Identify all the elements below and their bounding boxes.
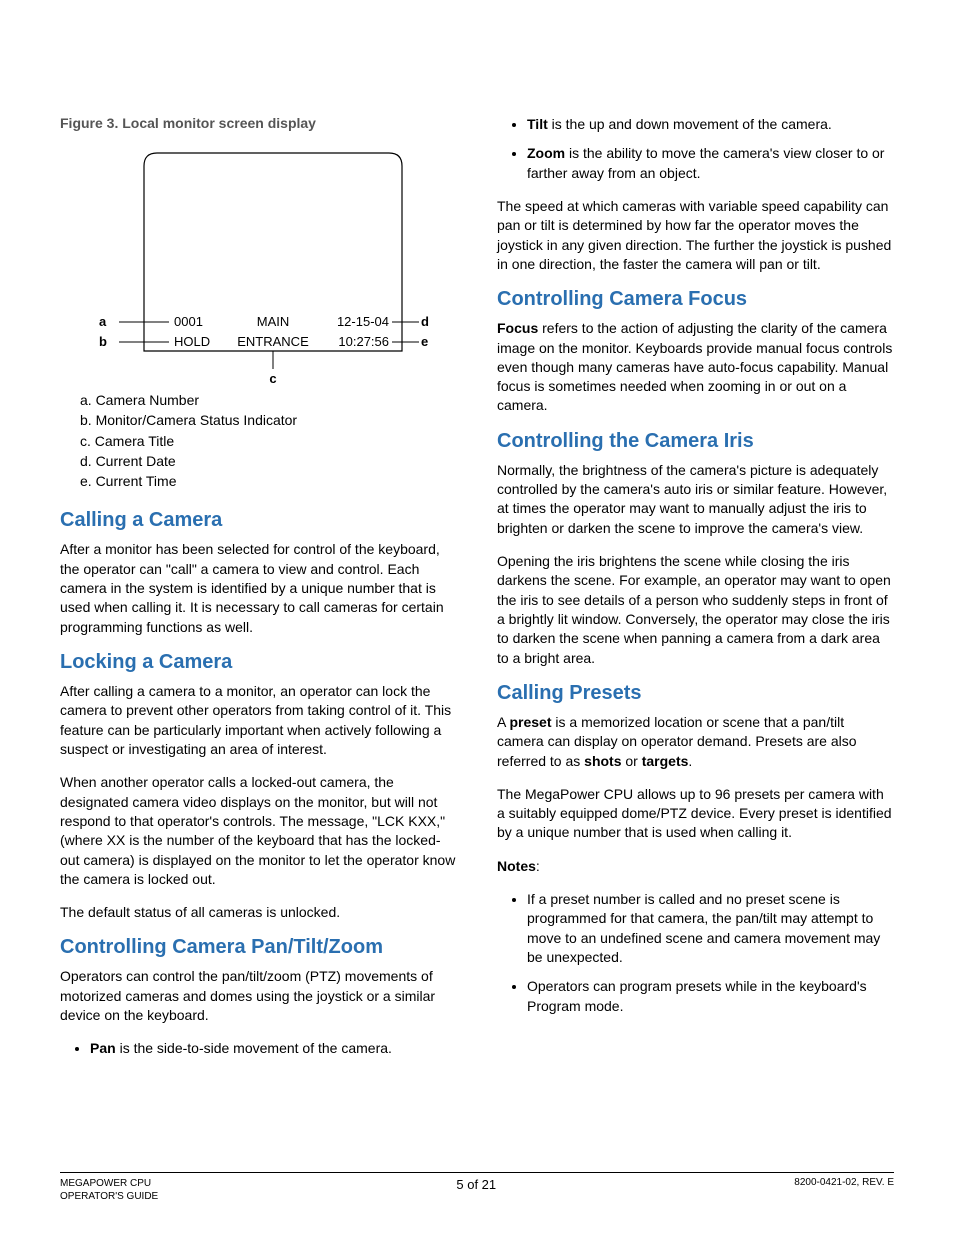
term-targets: targets: [642, 753, 689, 769]
heading-controlling-iris: Controlling the Camera Iris: [497, 430, 894, 453]
list-item: If a preset number is called and no pres…: [527, 890, 894, 967]
svg-text:b: b: [99, 334, 107, 349]
term-focus: Focus: [497, 320, 538, 336]
paragraph: When another operator calls a locked-out…: [60, 773, 457, 889]
paragraph: After calling a camera to a monitor, an …: [60, 682, 457, 759]
paragraph: Operators can control the pan/tilt/zoom …: [60, 967, 457, 1025]
term-tilt: Tilt: [527, 116, 548, 132]
paragraph: The default status of all cameras is unl…: [60, 903, 457, 922]
list-item: Zoom is the ability to move the camera's…: [527, 144, 894, 183]
paragraph: Normally, the brightness of the camera's…: [497, 461, 894, 538]
heading-controlling-ptz: Controlling Camera Pan/Tilt/Zoom: [60, 936, 457, 959]
list-item: Tilt is the up and down movement of the …: [527, 115, 894, 134]
left-column: Figure 3. Local monitor screen display 0…: [60, 115, 457, 1073]
right-column: Tilt is the up and down movement of the …: [497, 115, 894, 1073]
term-zoom: Zoom: [527, 145, 565, 161]
page-footer: MEGAPOWER CPU OPERATOR'S GUIDE 5 of 21 8…: [60, 1172, 894, 1203]
legend-item: a. Camera Number: [80, 390, 457, 410]
svg-text:c: c: [269, 371, 276, 386]
display-top-left: 0001: [174, 314, 203, 329]
legend-item: c. Camera Title: [80, 431, 457, 451]
paragraph: After a monitor has been selected for co…: [60, 540, 457, 637]
list-item: Pan is the side-to-side movement of the …: [90, 1039, 457, 1058]
bullet-list: Pan is the side-to-side movement of the …: [60, 1039, 457, 1058]
display-top-center: MAIN: [256, 314, 289, 329]
svg-text:e: e: [421, 334, 428, 349]
display-top-right: 12-15-04: [336, 314, 388, 329]
footer-divider: [60, 1172, 894, 1173]
footer-right: 8200-0421-02, REV. E: [794, 1177, 894, 1188]
svg-text:d: d: [421, 314, 429, 329]
heading-controlling-focus: Controlling Camera Focus: [497, 288, 894, 311]
figure-caption: Figure 3. Local monitor screen display: [60, 115, 457, 131]
monitor-diagram: 0001 MAIN 12-15-04 HOLD ENTRANCE 10:27:5…: [89, 141, 429, 386]
heading-calling-presets: Calling Presets: [497, 682, 894, 705]
term-pan: Pan: [90, 1040, 116, 1056]
document-page: Figure 3. Local monitor screen display 0…: [0, 0, 954, 1235]
figure-legend: a. Camera Number b. Monitor/Camera Statu…: [80, 390, 457, 491]
paragraph: Focus refers to the action of adjusting …: [497, 319, 894, 416]
heading-calling-a-camera: Calling a Camera: [60, 509, 457, 532]
display-bot-center: ENTRANCE: [237, 334, 309, 349]
legend-item: e. Current Time: [80, 471, 457, 491]
footer-left: MEGAPOWER CPU OPERATOR'S GUIDE: [60, 1177, 158, 1203]
heading-locking-a-camera: Locking a Camera: [60, 651, 457, 674]
paragraph: The speed at which cameras with variable…: [497, 197, 894, 274]
term-preset: preset: [509, 714, 551, 730]
paragraph: Opening the iris brightens the scene whi…: [497, 552, 894, 668]
paragraph: A preset is a memorized location or scen…: [497, 713, 894, 771]
display-bot-left: HOLD: [174, 334, 210, 349]
paragraph: The MegaPower CPU allows up to 96 preset…: [497, 785, 894, 843]
content-columns: Figure 3. Local monitor screen display 0…: [60, 115, 894, 1073]
bullet-list: Tilt is the up and down movement of the …: [497, 115, 894, 183]
figure-3: Figure 3. Local monitor screen display 0…: [60, 115, 457, 491]
legend-item: d. Current Date: [80, 451, 457, 471]
notes-heading: Notes:: [497, 857, 894, 876]
display-bot-right: 10:27:56: [338, 334, 389, 349]
svg-text:a: a: [99, 314, 107, 329]
legend-item: b. Monitor/Camera Status Indicator: [80, 410, 457, 430]
bullet-list: If a preset number is called and no pres…: [497, 890, 894, 1016]
term-shots: shots: [584, 753, 621, 769]
footer-page-number: 5 of 21: [456, 1177, 496, 1192]
list-item: Operators can program presets while in t…: [527, 977, 894, 1016]
